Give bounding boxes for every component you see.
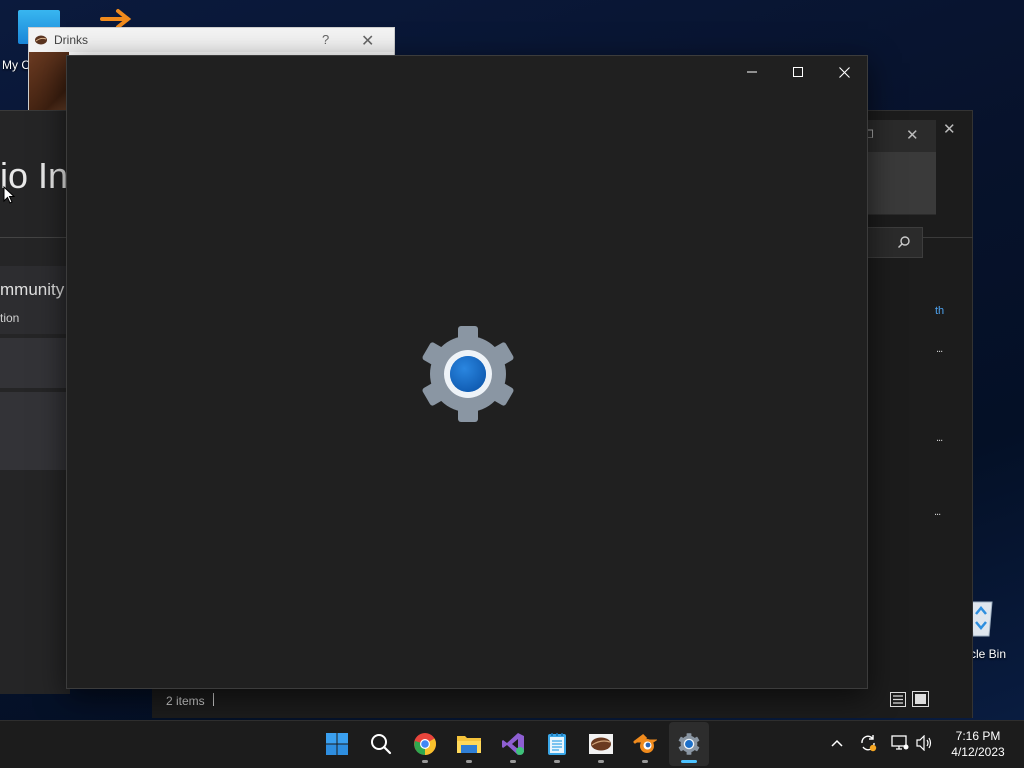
drinks-close-button[interactable]: ✕ xyxy=(361,31,374,51)
visual-studio-icon xyxy=(502,733,524,755)
drinks-titlebar[interactable]: Drinks ? ✕ xyxy=(29,28,394,52)
running-indicator xyxy=(466,760,472,763)
running-indicator xyxy=(598,760,604,763)
explorer-link[interactable]: th xyxy=(935,305,944,317)
vs-product-title: mmunity xyxy=(0,280,65,299)
coffee-bean-icon xyxy=(589,734,613,754)
mouse-cursor-icon xyxy=(3,186,15,204)
explorer-status-bar xyxy=(152,688,972,718)
vs-product-card-3[interactable] xyxy=(0,392,66,470)
sync-tray-icon[interactable] xyxy=(858,733,878,753)
network-tray-icon[interactable] xyxy=(890,733,910,753)
chrome-icon xyxy=(414,733,436,755)
running-indicator xyxy=(642,760,648,763)
help-button[interactable]: ? xyxy=(322,32,329,47)
search-icon xyxy=(371,734,392,755)
maximize-icon xyxy=(793,67,803,77)
volume-icon xyxy=(916,735,932,751)
close-icon xyxy=(838,66,850,78)
taskbar-settings[interactable] xyxy=(669,722,709,766)
settings-gear-icon xyxy=(422,326,514,422)
running-indicator xyxy=(510,760,516,763)
coffee-bean-icon xyxy=(35,35,47,45)
folder-icon xyxy=(457,736,481,753)
notepad-icon xyxy=(548,733,566,755)
taskbar-clock[interactable]: 7:16 PM 4/12/2023 xyxy=(946,728,1010,760)
settings-window[interactable] xyxy=(66,55,868,689)
item-count: 2 items xyxy=(166,694,205,708)
desktop-icon-label-recycle-bin[interactable]: cle Bin xyxy=(970,647,1006,661)
taskbar-search-button[interactable] xyxy=(361,722,401,766)
windows-logo-icon xyxy=(326,733,348,755)
status-separator xyxy=(213,693,214,706)
search-icon[interactable] xyxy=(897,235,911,249)
explorer-close-button[interactable]: ✕ xyxy=(943,120,956,138)
show-hidden-icons-button[interactable] xyxy=(827,733,847,753)
more-options-icon[interactable]: ... xyxy=(934,506,941,518)
taskbar-visual-studio[interactable] xyxy=(493,722,533,766)
details-view-icon[interactable] xyxy=(890,692,906,707)
explorer-inner-close-button[interactable]: ✕ xyxy=(906,126,919,144)
taskbar-blender[interactable] xyxy=(625,722,665,766)
more-options-icon[interactable]: ... xyxy=(936,343,943,355)
more-options-icon[interactable]: ... xyxy=(936,432,943,444)
drinks-window-title: Drinks xyxy=(54,33,89,47)
close-button[interactable] xyxy=(821,56,867,88)
large-icons-view-icon[interactable] xyxy=(912,691,929,707)
running-indicator xyxy=(422,760,428,763)
taskbar-chrome[interactable] xyxy=(405,722,445,766)
maximize-button[interactable] xyxy=(775,56,821,88)
clock-time: 7:16 PM xyxy=(955,729,1001,743)
vs-product-card-2[interactable] xyxy=(0,338,66,388)
running-indicator xyxy=(554,760,560,763)
desktop-icon-label-computer[interactable]: My C xyxy=(2,58,30,72)
chevron-up-icon xyxy=(831,739,843,747)
clock-date: 4/12/2023 xyxy=(951,745,1005,759)
vs-product-subtitle: tion xyxy=(0,311,20,325)
taskbar-drinks[interactable] xyxy=(581,722,621,766)
start-button[interactable] xyxy=(317,722,357,766)
sync-icon xyxy=(861,735,877,752)
taskbar-file-explorer[interactable] xyxy=(449,722,489,766)
taskbar-notepad[interactable] xyxy=(537,722,577,766)
vs-divider xyxy=(0,237,66,238)
active-indicator xyxy=(681,760,697,763)
explorer-search-input[interactable] xyxy=(866,227,923,258)
network-icon xyxy=(891,735,909,750)
settings-gear-icon xyxy=(678,733,700,755)
volume-tray-icon[interactable] xyxy=(915,733,935,753)
blender-icon xyxy=(633,734,657,753)
minimize-button[interactable] xyxy=(729,56,775,88)
explorer-toolbar xyxy=(866,152,936,214)
minimize-icon xyxy=(747,71,757,73)
